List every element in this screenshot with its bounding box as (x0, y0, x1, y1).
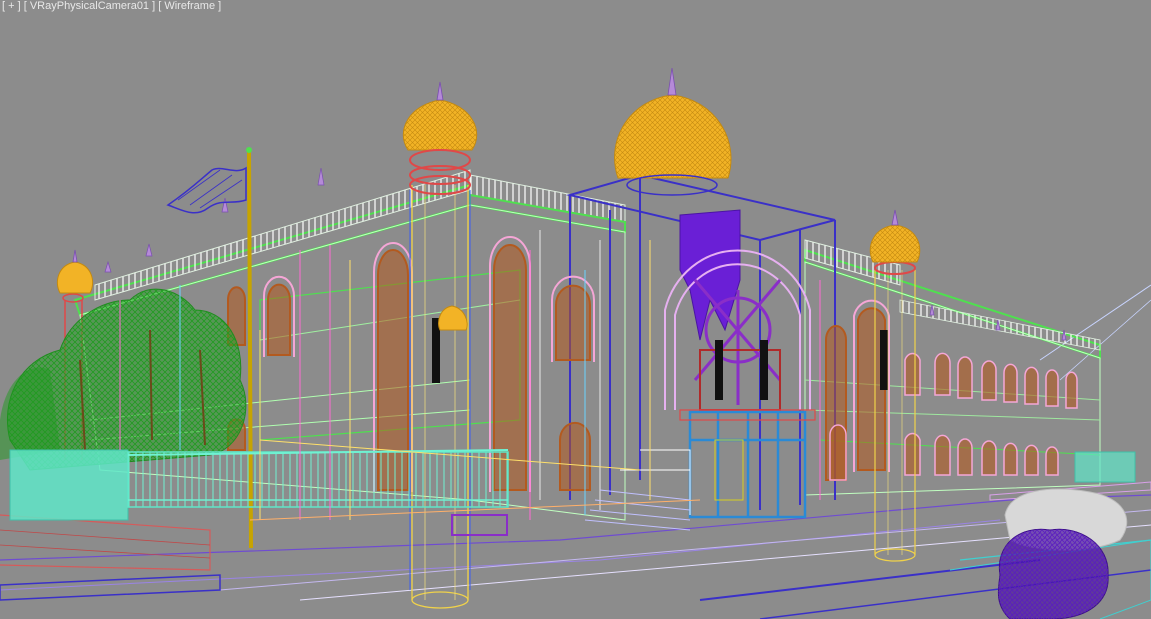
trees (0, 288, 247, 471)
viewport-wireframe-camera[interactable]: [ + ] [ VRayPhysicalCamera01 ] [ Wirefra… (0, 0, 1151, 619)
viewport-plus-menu[interactable]: [ + ] (2, 0, 21, 12)
wireframe-scene (0, 67, 1151, 619)
viewport-camera-menu[interactable]: [ VRayPhysicalCamera01 ] (24, 0, 155, 12)
viewport-label: [ + ] [ VRayPhysicalCamera01 ] [ Wirefra… (2, 0, 221, 12)
viewport-shading-menu[interactable]: [ Wireframe ] (158, 0, 221, 12)
rock-and-shrub (997, 488, 1128, 619)
